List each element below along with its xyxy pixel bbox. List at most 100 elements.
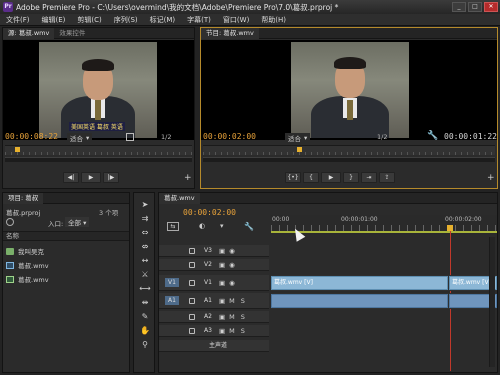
snap-icon[interactable]: ⇆: [167, 222, 179, 231]
program-time-ruler[interactable]: [203, 145, 495, 155]
track-header-a1[interactable]: A1 A1 ▣ M S: [159, 293, 269, 309]
track-header-master[interactable]: 主声道: [159, 340, 269, 352]
plus-icon[interactable]: +: [487, 173, 495, 183]
speaker-icon[interactable]: ▣: [219, 327, 225, 335]
program-fraction[interactable]: 1/2: [377, 133, 387, 141]
source-playhead[interactable]: [15, 147, 20, 152]
maximize-button[interactable]: □: [468, 2, 482, 12]
menu-file[interactable]: 文件(F): [0, 15, 36, 25]
source-fraction[interactable]: 1/2: [161, 133, 171, 141]
menu-help[interactable]: 帮助(H): [255, 15, 292, 25]
rate-stretch-tool-icon[interactable]: ↔: [139, 255, 151, 266]
menu-clip[interactable]: 剪辑(C): [71, 15, 107, 25]
work-area-bar[interactable]: [271, 231, 497, 233]
hand-tool-icon[interactable]: ✋: [139, 325, 151, 336]
close-button[interactable]: ✕: [484, 2, 498, 12]
tab-source[interactable]: 源: 葛叔.wmv: [3, 27, 55, 39]
step-back-button[interactable]: ◀|: [63, 172, 79, 183]
menu-marker[interactable]: 标记(M): [144, 15, 182, 25]
minimize-button[interactable]: _: [452, 2, 466, 12]
linked-selection-icon[interactable]: ◐: [199, 222, 205, 230]
lock-icon[interactable]: [189, 327, 195, 334]
source-target-a1[interactable]: A1: [165, 296, 179, 305]
step-forward-button[interactable]: |▶: [103, 172, 119, 183]
lock-icon[interactable]: [189, 279, 195, 286]
program-viewer[interactable]: [201, 40, 497, 140]
eye-icon[interactable]: ◉: [229, 279, 235, 287]
list-item[interactable]: 葛叔.wmv: [6, 260, 49, 270]
razor-tool-icon[interactable]: ⚔: [139, 269, 151, 280]
tab-effect-controls[interactable]: 效果控件: [54, 28, 90, 39]
source-time-ruler[interactable]: [5, 145, 192, 155]
go-to-in-button[interactable]: {: [303, 172, 319, 183]
entry-dropdown[interactable]: 全部 ▾: [65, 217, 90, 227]
lock-icon[interactable]: [189, 313, 195, 320]
video-clip[interactable]: 葛叔.wmv [V]: [271, 276, 448, 290]
camera-icon[interactable]: ▣: [219, 261, 225, 269]
list-item[interactable]: 我叫吴克: [6, 246, 44, 256]
slide-tool-icon[interactable]: ⇹: [139, 297, 151, 308]
track-select-tool-icon[interactable]: ⇉: [139, 213, 151, 224]
camera-icon[interactable]: ▣: [219, 279, 225, 287]
eye-icon[interactable]: ◉: [229, 261, 235, 269]
plus-icon[interactable]: +: [184, 173, 192, 183]
menu-title[interactable]: 字幕(T): [181, 15, 217, 25]
lock-icon[interactable]: [189, 261, 195, 268]
timeline-scrollbar[interactable]: [489, 237, 495, 367]
track-header-v1[interactable]: V1 V1 ▣ ◉: [159, 275, 269, 291]
tab-program[interactable]: 节目: 葛叔.wmv: [201, 27, 259, 39]
menu-window[interactable]: 窗口(W): [217, 15, 255, 25]
tab-project[interactable]: 项目: 葛叔: [3, 192, 44, 204]
track-header-a2[interactable]: A2 ▣ M S: [159, 311, 269, 323]
mute-button[interactable]: M: [229, 297, 235, 305]
menu-sequence[interactable]: 序列(S): [108, 15, 144, 25]
speaker-icon[interactable]: ▣: [219, 313, 225, 321]
program-fit-dropdown[interactable]: 适合 ▾: [285, 133, 311, 143]
selection-tool-icon[interactable]: ➤: [139, 199, 151, 210]
program-zoom-bar[interactable]: [203, 157, 495, 162]
zoom-tool-icon[interactable]: ⚲: [139, 339, 151, 350]
pen-tool-icon[interactable]: ✎: [139, 311, 151, 322]
solo-button[interactable]: S: [241, 297, 245, 305]
audio-clip[interactable]: [271, 294, 448, 308]
source-zoom-bar[interactable]: [5, 157, 192, 162]
mute-button[interactable]: M: [229, 313, 235, 321]
lock-icon[interactable]: [189, 297, 195, 304]
solo-button[interactable]: S: [241, 313, 245, 321]
settings-icon[interactable]: 🔧: [244, 222, 254, 231]
source-fit-dropdown[interactable]: 适合 ▾: [67, 133, 93, 143]
lift-button[interactable]: ⇥: [361, 172, 377, 183]
source-play-button[interactable]: ▶: [81, 172, 101, 183]
timeline-ruler[interactable]: 00:00 00:00:01:00 00:00:02:00: [271, 215, 497, 235]
program-play-button[interactable]: ▶: [321, 172, 341, 183]
search-icon[interactable]: [6, 218, 14, 226]
list-item[interactable]: 葛叔.wmv: [6, 274, 49, 284]
source-timecode[interactable]: 00:00:08:22: [5, 132, 58, 141]
film-icon[interactable]: [126, 133, 134, 141]
source-viewer[interactable]: 美国英语 葛叔 英语: [3, 40, 194, 140]
eye-icon[interactable]: ◉: [229, 247, 235, 255]
menu-edit[interactable]: 编辑(E): [36, 15, 72, 25]
mark-in-button[interactable]: {•}: [285, 172, 301, 183]
track-header-v3[interactable]: V3 ▣ ◉: [159, 245, 269, 257]
track-header-v2[interactable]: V2 ▣ ◉: [159, 259, 269, 271]
tab-sequence[interactable]: 葛叔.wmv: [159, 192, 200, 204]
mute-button[interactable]: M: [229, 327, 235, 335]
wrench-icon[interactable]: 🔧: [427, 131, 438, 141]
lock-icon[interactable]: [189, 247, 195, 254]
export-frame-button[interactable]: ⇪: [379, 172, 395, 183]
camera-icon[interactable]: ▣: [219, 247, 225, 255]
rolling-edit-tool-icon[interactable]: ⇎: [139, 241, 151, 252]
add-marker-icon[interactable]: ▾: [220, 222, 224, 230]
slip-tool-icon[interactable]: ⟷: [139, 283, 151, 294]
track-header-a3[interactable]: A3 ▣ M S: [159, 325, 269, 337]
source-target-v1[interactable]: V1: [165, 278, 179, 287]
program-playhead[interactable]: [297, 147, 302, 152]
program-timecode[interactable]: 00:00:02:00: [203, 132, 256, 141]
ripple-edit-tool-icon[interactable]: ⇔: [139, 227, 151, 238]
name-column-header[interactable]: 名称: [3, 231, 129, 241]
speaker-icon[interactable]: ▣: [219, 297, 225, 305]
timeline-timecode[interactable]: 00:00:02:00: [183, 208, 236, 217]
go-to-out-button[interactable]: }: [343, 172, 359, 183]
solo-button[interactable]: S: [241, 327, 245, 335]
